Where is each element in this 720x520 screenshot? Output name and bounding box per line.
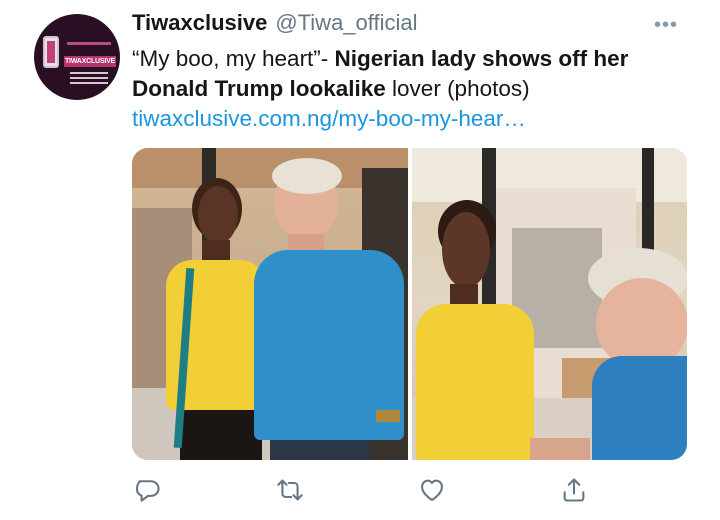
reply-icon [135, 480, 160, 502]
media-grid [132, 148, 687, 460]
photo-right[interactable] [412, 148, 687, 460]
tweet-actions [132, 474, 592, 506]
avatar[interactable]: TIWAXCLUSIVE [34, 14, 120, 100]
more-options-icon[interactable]: ••• [654, 14, 678, 37]
tweet-text-quote: “My boo, my heart”- [132, 46, 335, 71]
tweet-text: “My boo, my heart”- Nigerian lady shows … [132, 44, 692, 134]
tweet: TIWAXCLUSIVE Tiwaxclusive @Tiwa_official… [0, 0, 720, 520]
avatar-stripe [67, 42, 111, 45]
like-button[interactable] [416, 474, 448, 506]
author-name[interactable]: Tiwaxclusive [132, 10, 267, 36]
retweet-button[interactable] [274, 474, 306, 506]
share-icon [563, 478, 585, 502]
reply-button[interactable] [132, 474, 164, 506]
avatar-lines [70, 72, 108, 87]
retweet-icon [277, 479, 303, 501]
heart-icon [421, 479, 443, 501]
tweet-link[interactable]: tiwaxclusive.com.ng/my-boo-my-hear… [132, 106, 526, 131]
photo-left[interactable] [132, 148, 408, 460]
tweet-header: Tiwaxclusive @Tiwa_official [132, 10, 418, 40]
avatar-brand-text: TIWAXCLUSIVE [64, 56, 116, 67]
share-button[interactable] [558, 474, 590, 506]
author-handle[interactable]: @Tiwa_official [275, 10, 417, 36]
avatar-phone-graphic [43, 36, 59, 68]
tweet-text-rest: lover (photos) [385, 76, 530, 101]
